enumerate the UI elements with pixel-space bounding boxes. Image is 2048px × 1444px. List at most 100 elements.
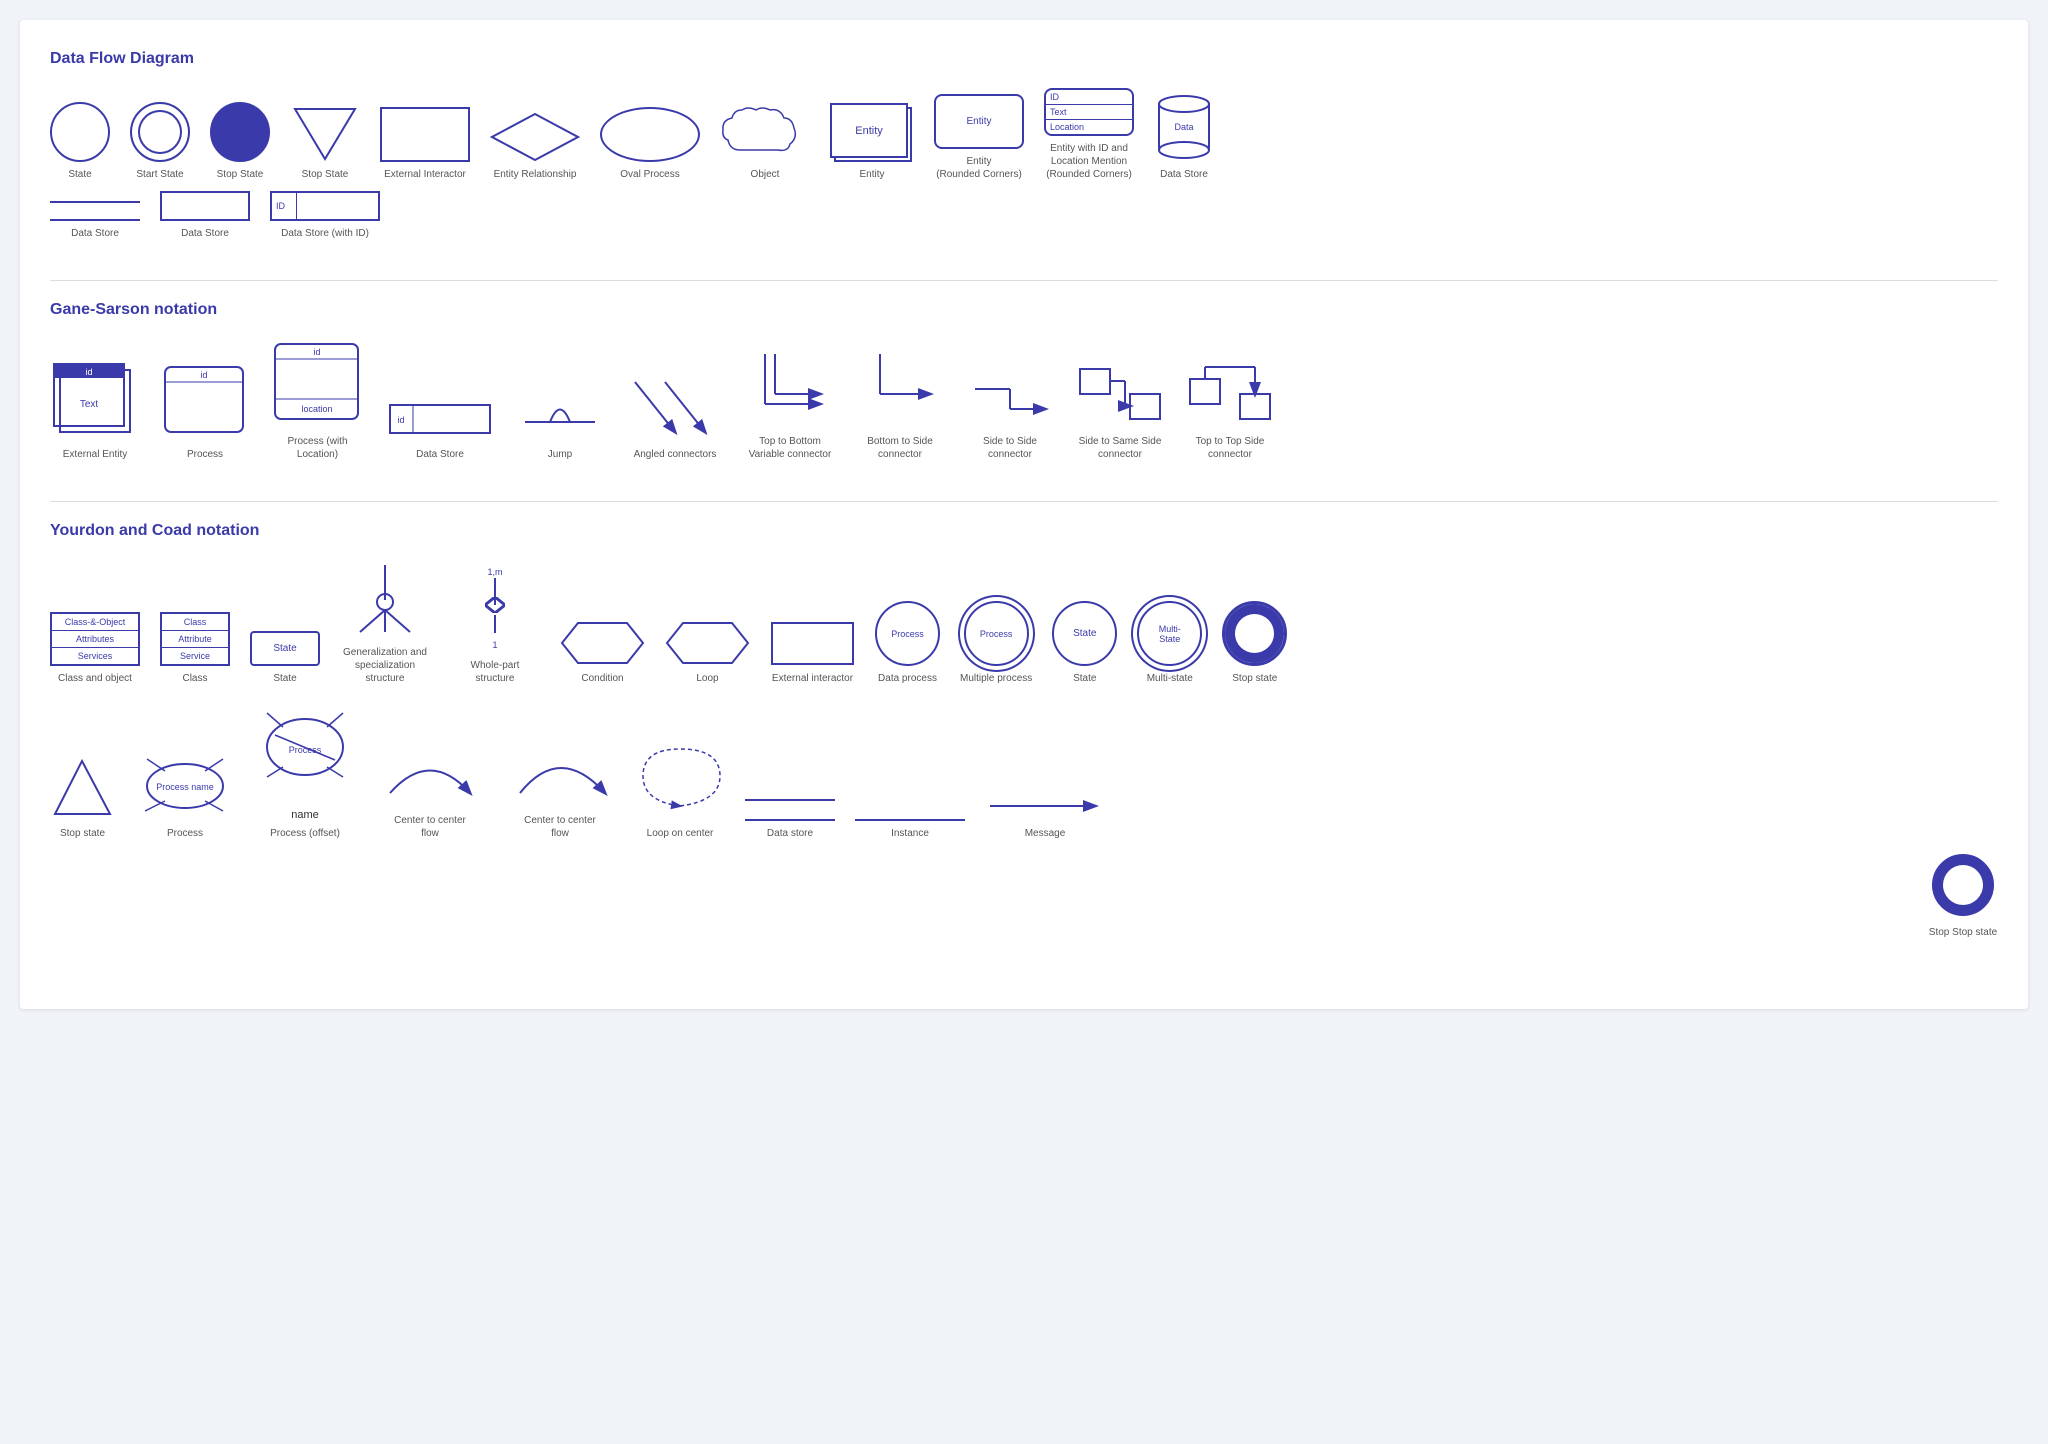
entity-rounded-label: Entity(Rounded Corners) (936, 155, 1022, 181)
entity-relationship-label: Entity Relationship (494, 168, 577, 181)
yc-gen-spec: Generalization and specialization struct… (340, 560, 430, 685)
dfd-datastore-lines: Data Store (50, 201, 140, 240)
yc-center-flow-1: Center to center flow (375, 738, 485, 840)
yourdon-row1: Class-&-Object Attributes Services Class… (50, 560, 1998, 685)
yc-instance-label: Instance (891, 827, 929, 840)
gs-top-to-top-label: Top to Top Side connector (1185, 435, 1275, 461)
yc-message-shape (985, 791, 1105, 821)
yourdon-row-class-attr: Stop Stop state (50, 850, 1998, 939)
gs-top-bottom-variable: Top to Bottom Variable connector (745, 349, 835, 461)
dfd-title: Data Flow Diagram (50, 50, 1998, 68)
svg-text:id: id (85, 367, 92, 377)
external-interactor-label: External Interactor (384, 168, 466, 181)
yc-class-and-object: Class-&-Object Attributes Services Class… (50, 612, 140, 685)
yc-condition: Condition (560, 621, 645, 685)
start-state-shape (130, 102, 190, 162)
yc-stop-state-label: Stop state (1232, 672, 1277, 685)
gane-title: Gane-Sarson notation (50, 301, 1998, 319)
gs-side-to-side-label: Side to Side connector (965, 435, 1055, 461)
gs-datastore-label: Data Store (416, 448, 464, 461)
gs-jump-label: Jump (548, 448, 572, 461)
yc-stop-triangle: Stop state (50, 756, 115, 840)
svg-text:id: id (397, 415, 404, 425)
dfd-entity-with-id: ID Text Location Entity with ID and Loca… (1044, 88, 1134, 181)
divider-2 (50, 501, 1998, 502)
yc-state-label: State (273, 672, 296, 685)
gs-side-to-side: Side to Side connector (965, 369, 1055, 461)
gs-process: id Process (160, 362, 250, 461)
gs-side-to-same-side-shape (1075, 359, 1165, 429)
yc-instance-shape (855, 819, 965, 821)
yc-external-interactor-shape (770, 621, 855, 666)
entity-with-id-label: Entity with ID and Location Mention (Rou… (1044, 142, 1134, 181)
svg-text:Process: Process (289, 745, 322, 755)
entity-rounded-shape: Entity (934, 94, 1024, 149)
yc-stop-triangle-label: Stop state (60, 827, 105, 840)
yc-multistate: Multi-State Multi-state (1137, 601, 1202, 685)
gs-jump-shape (515, 382, 605, 442)
gane-section: Gane-Sarson notation id Text External En… (50, 301, 1998, 461)
stop-state-label-2: Stop State (302, 168, 349, 181)
yc-data-process-shape: Process (875, 601, 940, 666)
svg-text:1: 1 (492, 640, 497, 650)
yc-stop-stop-state: Stop Stop state (1928, 850, 1998, 939)
stop-state-shape-2 (290, 107, 360, 162)
yc-instance: Instance (855, 819, 965, 840)
yc-class-and-object-shape: Class-&-Object Attributes Services (50, 612, 140, 666)
yc-process-offset-label: Process (offset) (270, 827, 340, 840)
object-shape (720, 102, 810, 162)
yc-external-interactor-label: External interactor (772, 672, 853, 685)
yc-whole-part: 1,m 1 Whole-part structure (450, 563, 540, 685)
yc-multistate-shape: Multi-State (1137, 601, 1202, 666)
yc-data-process: Process Data process (875, 601, 940, 685)
dfd-data-store-cylinder: Data Data Store (1154, 92, 1214, 181)
gs-side-to-side-shape (970, 369, 1050, 429)
yc-center-flow-2-shape (505, 738, 615, 808)
state-shape (50, 102, 110, 162)
yc-message-label: Message (1025, 827, 1066, 840)
entity-relationship-shape (490, 112, 580, 162)
dfd-stop-state-2: Stop State (290, 107, 360, 181)
dfd-object: Object (720, 102, 810, 181)
svg-text:id: id (200, 370, 207, 380)
yc-process-offset-shape: Process (255, 705, 355, 785)
yc-whole-part-label: Whole-part structure (450, 659, 540, 685)
gs-external-entity-label: External Entity (63, 448, 127, 461)
dfd-state: State (50, 102, 110, 181)
gs-angled-connectors-shape (625, 372, 725, 442)
yc-multiple-process-label: Multiple process (960, 672, 1032, 685)
svg-text:Text: Text (80, 399, 99, 410)
gs-bottom-to-side-label: Bottom to Side connector (855, 435, 945, 461)
yc-stop-stop-state-shape (1928, 850, 1998, 920)
yc-center-flow-2-label: Center to center flow (515, 814, 605, 840)
gs-datastore: id Data Store (385, 397, 495, 461)
gs-jump: Jump (515, 382, 605, 461)
yc-data-process-label: Data process (878, 672, 937, 685)
yc-loop-center: Loop on center (635, 741, 725, 840)
svg-text:id: id (313, 347, 320, 357)
yc-loop-center-shape (635, 741, 725, 821)
dfd-start-state: Start State (130, 102, 190, 181)
dfd-oval-process: Oval Process (600, 107, 700, 181)
dfd-datastore-box: Data Store (160, 191, 250, 240)
gs-process-label: Process (187, 448, 223, 461)
svg-text:Data: Data (1174, 122, 1193, 132)
yc-state-circle-shape: State (1052, 601, 1117, 666)
yc-loop: Loop (665, 621, 750, 685)
yc-whole-part-shape: 1,m 1 (455, 563, 535, 653)
yc-gen-spec-shape (345, 560, 425, 640)
yc-state: State State (250, 631, 320, 685)
yc-datastore-label: Data store (767, 827, 813, 840)
state-label: State (68, 168, 91, 181)
yc-multistate-label: Multi-state (1147, 672, 1193, 685)
dfd-entity-rounded: Entity Entity(Rounded Corners) (934, 94, 1024, 181)
oval-process-shape (600, 107, 700, 162)
yourdon-section: Yourdon and Coad notation Class-&-Object… (50, 522, 1998, 939)
yc-process-name-shape: Process name (135, 751, 235, 821)
yc-center-flow-1-shape (375, 738, 485, 808)
yc-multiple-process-shape: Process (964, 601, 1029, 666)
gs-process-location: id location Process (with Location) (270, 339, 365, 461)
entity-with-id-shape: ID Text Location (1044, 88, 1134, 136)
datastore-id-shape: ID (270, 191, 380, 221)
dfd-entity: Entity Entity (830, 103, 914, 181)
